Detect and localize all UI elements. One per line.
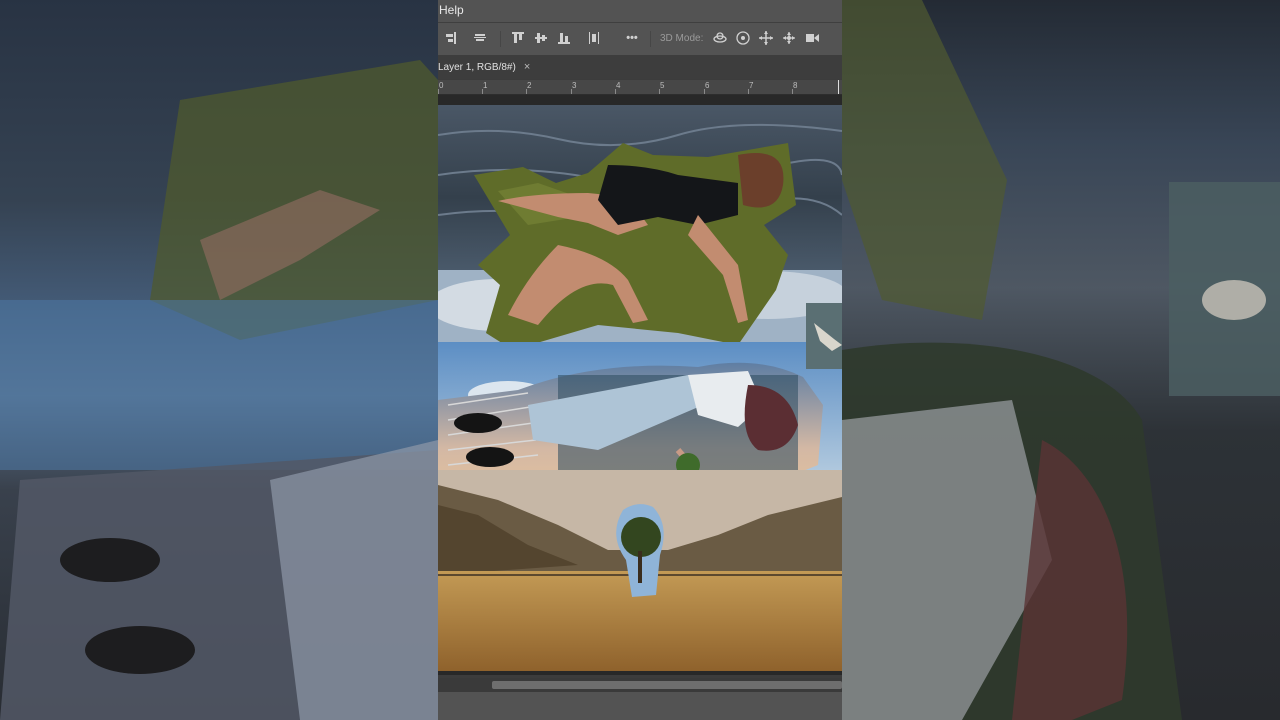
ruler-tick [748, 89, 749, 94]
collage-artwork [438, 105, 842, 671]
document-tab-title: Layer 1, RGB/8#) [438, 62, 516, 73]
ruler-guide-marker [838, 80, 839, 94]
options-separator [500, 31, 501, 47]
roll-3d-icon[interactable] [735, 30, 751, 46]
bg-pants-shape [270, 440, 438, 720]
scale-3d-icon[interactable] [804, 30, 820, 46]
align-middle-vertical-icon[interactable] [533, 30, 549, 46]
ruler-label: 7 [749, 81, 754, 90]
ruler-tick [792, 89, 793, 94]
3d-mode-label: 3D Mode: [660, 33, 704, 44]
more-options-button[interactable]: ••• [622, 30, 642, 46]
document-tab[interactable]: Layer 1, RGB/8#) × [438, 55, 540, 79]
woman1-hair [738, 153, 784, 208]
bg-sky-band [0, 300, 438, 470]
ruler-label: 8 [793, 81, 798, 90]
orbit-3d-icon[interactable] [712, 30, 728, 46]
pan-3d-icon[interactable] [758, 30, 774, 46]
ruler-label: 2 [527, 81, 532, 90]
ruler-label: 5 [660, 81, 665, 90]
align-center-horizontal-icon[interactable] [472, 30, 488, 46]
ruler-tick [482, 89, 483, 94]
document-canvas[interactable] [438, 105, 842, 671]
background-blur-right [842, 0, 1280, 720]
ruler-tick [659, 89, 660, 94]
ruler-label: 4 [616, 81, 621, 90]
ruler-tick [571, 89, 572, 94]
status-bar [438, 692, 842, 720]
ruler-label: 0 [439, 81, 444, 90]
horizontal-ruler: 0 1 2 3 4 5 6 7 8 [438, 80, 842, 95]
tree-trunk [638, 551, 642, 583]
bg-grass-patch [150, 60, 438, 340]
document-tab-bar: Layer 1, RGB/8#) × [438, 55, 842, 79]
align-right-icon[interactable] [442, 30, 458, 46]
ruler-tick [438, 89, 439, 94]
ruler-tick [526, 89, 527, 94]
ruler-label: 6 [705, 81, 710, 90]
ruler-label: 3 [572, 81, 577, 90]
close-tab-icon[interactable]: × [524, 61, 530, 73]
photoshop-window: Help ••• 3D Mode: Layer 1, RGB/8#) × 0 1 … [438, 0, 842, 720]
distribute-icon[interactable] [586, 30, 602, 46]
menu-bar: Help [438, 0, 842, 22]
background-collage-left [0, 60, 438, 720]
ruler-label: 1 [483, 81, 488, 90]
bg-seagull-shape [1202, 280, 1266, 320]
options-separator [650, 31, 651, 47]
menu-help[interactable]: Help [439, 3, 464, 17]
background-collage-right [842, 0, 1280, 720]
slide-3d-icon[interactable] [781, 30, 797, 46]
background-blur-left [0, 0, 438, 720]
ruler-tick [615, 89, 616, 94]
bg-foot-shape-1 [60, 538, 160, 582]
woman2-foot [466, 447, 514, 467]
bg-grass-patch-right [842, 0, 1007, 320]
woman2-foot [454, 413, 502, 433]
align-bottom-icon[interactable] [556, 30, 572, 46]
ruler-tick [704, 89, 705, 94]
horizontal-scrollbar[interactable] [438, 678, 842, 692]
canvas-area[interactable] [438, 95, 842, 675]
options-bar: ••• 3D Mode: [438, 22, 842, 56]
align-top-icon[interactable] [510, 30, 526, 46]
scrollbar-thumb[interactable] [492, 681, 842, 689]
bg-foot-shape-2 [85, 626, 195, 674]
